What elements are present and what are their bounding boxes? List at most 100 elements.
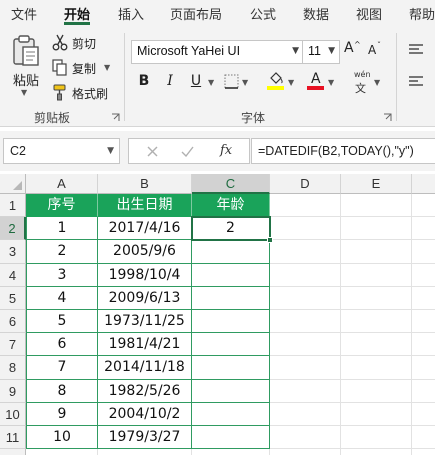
cell-d3[interactable] (270, 240, 341, 264)
cell-c9[interactable] (192, 379, 270, 403)
cell-a9[interactable]: 8 (26, 379, 98, 403)
cell-e2[interactable] (341, 217, 412, 241)
font-color-button[interactable]: A ▼ (306, 71, 336, 93)
column-header-a[interactable]: A (26, 174, 98, 194)
cell-d6[interactable] (270, 310, 341, 334)
cell-a10[interactable]: 9 (26, 402, 98, 426)
cell-a6[interactable]: 5 (26, 310, 98, 334)
formula-input[interactable]: =DATEDIF(B2,TODAY(),"y") (251, 138, 435, 164)
cell-a5[interactable]: 4 (26, 286, 98, 310)
select-all-button[interactable] (0, 174, 26, 194)
bold-button[interactable]: B (134, 71, 154, 91)
cell-a4[interactable]: 3 (26, 263, 98, 287)
format-painter-button[interactable]: 格式刷 (52, 83, 114, 103)
cell-f12[interactable] (412, 449, 435, 455)
cell-d7[interactable] (270, 333, 341, 357)
tab-data[interactable]: 数据 (303, 4, 329, 23)
tab-file[interactable]: 文件 (11, 4, 37, 23)
cell-d5[interactable] (270, 286, 341, 310)
cell-c3[interactable] (192, 240, 270, 264)
tab-home[interactable]: 开始 (64, 4, 90, 23)
borders-button[interactable]: ▼ (224, 73, 254, 91)
cell-e10[interactable] (341, 402, 412, 426)
cell-d12[interactable] (270, 449, 341, 455)
cell-d4[interactable] (270, 263, 341, 287)
cell-f6[interactable] (412, 310, 435, 334)
cell-f9[interactable] (412, 380, 435, 403)
cell-b6[interactable]: 1973/11/25 (98, 310, 192, 334)
cell-e5[interactable] (341, 286, 412, 310)
font-name-dropdown[interactable]: Microsoft YaHei UI ▼ (131, 40, 304, 64)
cell-c12[interactable] (192, 449, 270, 455)
cell-c4[interactable] (192, 263, 270, 287)
align-left-icon[interactable] (408, 75, 424, 89)
row-header-2[interactable]: 2 (0, 217, 26, 241)
insert-function-button[interactable]: fx (220, 143, 232, 158)
row-header-8[interactable]: 8 (0, 356, 26, 380)
cell-c1[interactable]: 年龄 (192, 194, 270, 218)
cell-f3[interactable] (412, 240, 435, 264)
cell-c6[interactable] (192, 310, 270, 334)
align-top-icon[interactable] (408, 43, 424, 57)
cell-b11[interactable]: 1979/3/27 (98, 426, 192, 450)
cell-b9[interactable]: 1982/5/26 (98, 379, 192, 403)
cell-f10[interactable] (412, 403, 435, 426)
row-header-5[interactable]: 5 (0, 286, 26, 310)
cell-b5[interactable]: 2009/6/13 (98, 286, 192, 310)
cell-e12[interactable] (341, 449, 412, 455)
cell-b3[interactable]: 2005/9/6 (98, 240, 192, 264)
paste-button[interactable]: 粘贴 ▼ (6, 31, 44, 101)
cell-d9[interactable] (270, 379, 341, 403)
cell-a3[interactable]: 2 (26, 240, 98, 264)
cell-d2[interactable] (270, 217, 341, 241)
cell-c10[interactable] (192, 402, 270, 426)
cell-e3[interactable] (341, 240, 412, 264)
row-header-4[interactable]: 4 (0, 263, 26, 287)
cell-f2[interactable] (412, 217, 435, 241)
cell-a7[interactable]: 6 (26, 333, 98, 357)
row-header-7[interactable]: 7 (0, 333, 26, 357)
phonetic-guide-button[interactable]: wén 文 ▼ (352, 70, 386, 95)
cell-f4[interactable] (412, 264, 435, 287)
column-header-e[interactable]: E (341, 174, 412, 194)
cell-e8[interactable] (341, 356, 412, 380)
cell-e4[interactable] (341, 263, 412, 287)
font-size-dropdown[interactable]: 11 ▼ (302, 40, 340, 64)
name-box[interactable]: C2 ▼ (3, 138, 120, 164)
fill-color-button[interactable]: ▼ (266, 71, 296, 93)
cut-button[interactable]: 剪切 (52, 33, 112, 53)
italic-button[interactable]: I (160, 71, 180, 91)
row-header-11[interactable]: 11 (0, 426, 26, 450)
underline-button[interactable]: U (186, 71, 206, 91)
cell-c7[interactable] (192, 333, 270, 357)
cell-e1[interactable] (341, 194, 412, 218)
cell-a1[interactable]: 序号 (26, 194, 98, 218)
row-header-3[interactable]: 3 (0, 240, 26, 264)
column-header-d[interactable]: D (270, 174, 341, 194)
dialog-launcher-icon[interactable] (383, 113, 392, 122)
cell-d10[interactable] (270, 402, 341, 426)
cell-b10[interactable]: 2004/10/2 (98, 402, 192, 426)
row-header-6[interactable]: 6 (0, 310, 26, 334)
cell-f8[interactable] (412, 356, 435, 380)
cell-d8[interactable] (270, 356, 341, 380)
cell-b12[interactable] (98, 449, 192, 455)
column-header-b[interactable]: B (98, 174, 192, 194)
row-header-10[interactable]: 10 (0, 402, 26, 426)
cell-b7[interactable]: 1981/4/21 (98, 333, 192, 357)
cell-b1[interactable]: 出生日期 (98, 194, 192, 218)
cell-e7[interactable] (341, 333, 412, 357)
cell-a8[interactable]: 7 (26, 356, 98, 380)
shrink-font-button[interactable]: Aˇ (368, 41, 388, 65)
cell-b4[interactable]: 1998/10/4 (98, 263, 192, 287)
column-header[interactable] (412, 174, 435, 194)
cell-f7[interactable] (412, 333, 435, 357)
copy-button[interactable]: 复制 ▼ (52, 58, 114, 78)
cell-f11[interactable] (412, 426, 435, 450)
grow-font-button[interactable]: A ^ (344, 40, 364, 64)
row-header-1[interactable]: 1 (0, 194, 26, 218)
row-header-12[interactable]: 12 (0, 449, 26, 455)
cell-b2[interactable]: 2017/4/16 (98, 217, 192, 241)
tab-page-layout[interactable]: 页面布局 (170, 4, 222, 23)
cell-e11[interactable] (341, 426, 412, 450)
